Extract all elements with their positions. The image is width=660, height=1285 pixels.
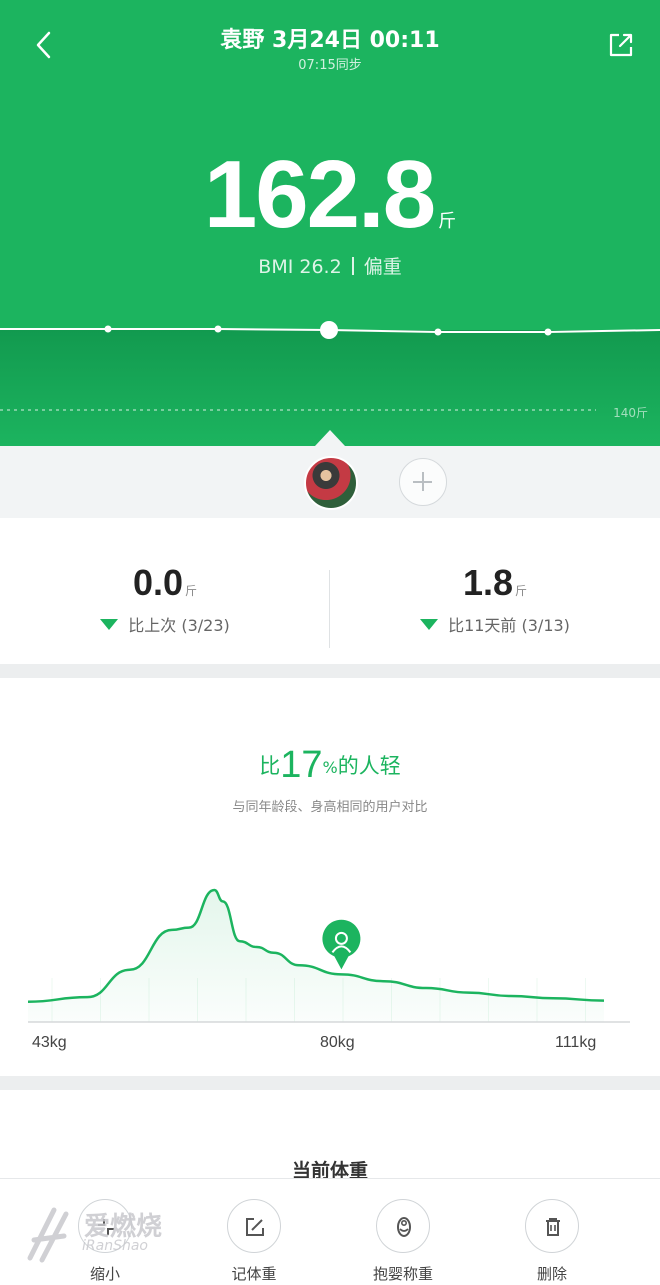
change-value: 0.0 — [132, 562, 184, 603]
user-avatar[interactable] — [304, 456, 358, 510]
selection-caret — [315, 430, 345, 446]
weight-distribution-chart — [27, 888, 630, 1023]
delete-label: 删除 — [536, 1265, 567, 1283]
change-unit: 斤 — [185, 584, 198, 598]
bmi-status: 偏重 — [363, 256, 402, 278]
share-icon — [609, 33, 633, 57]
delete-button[interactable]: 删除 — [502, 1199, 602, 1284]
watermark-logo: 爱燃烧 iRanShao — [24, 1200, 174, 1270]
current-weight-section: 当前体重 — [0, 1090, 660, 1190]
weight-trend-line[interactable] — [0, 300, 660, 446]
change-vs-last: 0.0 斤 比上次 (3/23) — [0, 562, 330, 636]
peer-comparison-card: 比17%的人轻 与同年龄段、身高相同的用户对比 43kg 80kg 111kg — [0, 678, 660, 1076]
down-triangle-icon — [420, 619, 439, 630]
trend-point[interactable] — [434, 328, 442, 336]
page-title: 袁野 3月24日 00:11 — [220, 28, 440, 53]
flame-logo-icon — [27, 1207, 69, 1263]
watermark-subtext: iRanShao — [82, 1238, 148, 1254]
weight-change-card: 0.0 斤 比上次 (3/23) 1.8 斤 比11天前 (3/13) — [0, 518, 660, 664]
trend-point-selected[interactable] — [320, 321, 338, 339]
sync-time: 07:15同步 — [298, 58, 362, 73]
axis-max-label: 111kg — [555, 1034, 597, 1051]
weight-value: 162.8 — [203, 141, 436, 248]
change-vs-11-days: 1.8 斤 比11天前 (3/13) — [330, 562, 660, 636]
trend-point[interactable] — [214, 325, 222, 333]
trash-icon — [525, 1199, 579, 1253]
axis-min-label: 43kg — [32, 1034, 67, 1051]
weight-header: 袁野 3月24日 00:11 07:15同步 162.8 斤 BMI 26.2 偏重… — [0, 0, 660, 446]
bmi-separator — [351, 257, 354, 275]
baby-weigh-label: 抱婴称重 — [372, 1265, 433, 1283]
distribution-area — [28, 890, 604, 1022]
change-label: 比11天前 (3/13) — [448, 616, 570, 635]
log-weight-label: 记体重 — [231, 1265, 277, 1283]
weight-display: 162.8 斤 — [0, 140, 660, 250]
weight-unit: 斤 — [438, 211, 457, 232]
trend-point[interactable] — [544, 328, 552, 336]
bmi-value: BMI 26.2 — [258, 256, 342, 278]
change-value: 1.8 — [462, 562, 514, 603]
log-weight-button[interactable]: 记体重 — [204, 1199, 304, 1284]
share-button[interactable] — [604, 28, 638, 62]
baby-weigh-button[interactable]: 抱婴称重 — [353, 1199, 453, 1284]
section-gap — [0, 1076, 660, 1090]
user-pin-icon — [322, 919, 361, 970]
down-triangle-icon — [100, 619, 119, 630]
bmi-row: BMI 26.2 偏重 — [0, 252, 660, 279]
reference-label: 140斤 — [613, 406, 648, 420]
change-label: 比上次 (3/23) — [128, 616, 230, 635]
axis-mid-label: 80kg — [320, 1034, 355, 1051]
baby-icon — [376, 1199, 430, 1253]
trend-point[interactable] — [104, 325, 112, 333]
edit-icon — [227, 1199, 281, 1253]
add-user-button[interactable] — [399, 458, 447, 506]
section-gap — [0, 664, 660, 678]
change-unit: 斤 — [515, 584, 528, 598]
